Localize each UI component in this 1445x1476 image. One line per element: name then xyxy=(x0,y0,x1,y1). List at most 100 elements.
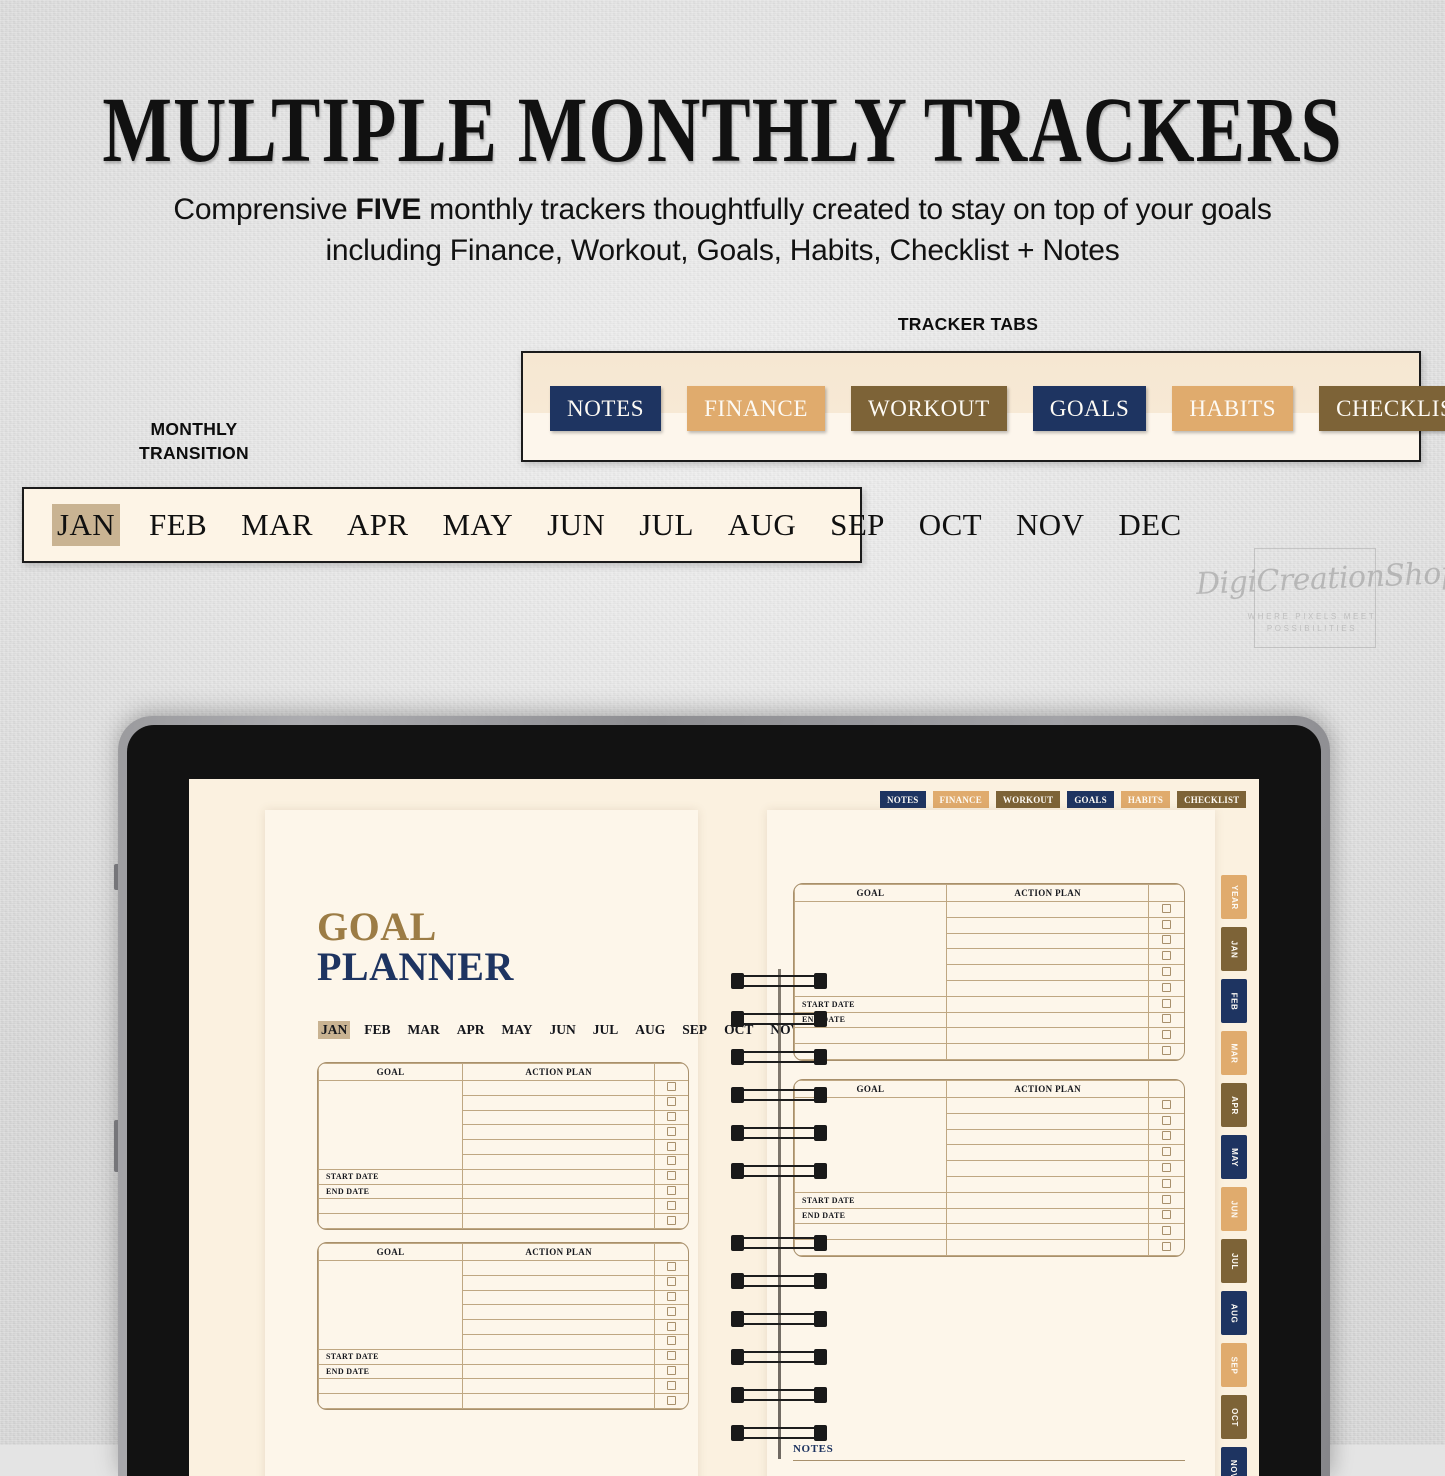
side-tab-nov[interactable]: NOV xyxy=(1221,1447,1247,1476)
action-plan-input-row[interactable] xyxy=(462,1319,656,1335)
action-plan-checkbox-cell[interactable] xyxy=(1148,1160,1184,1177)
planner-tracker-tab-notes[interactable]: NOTES xyxy=(880,791,926,808)
action-plan-input-row[interactable] xyxy=(462,1363,656,1380)
action-plan-checkbox-cell[interactable] xyxy=(654,1393,688,1409)
checkbox-icon[interactable] xyxy=(667,1171,677,1181)
action-plan-checkbox-cell[interactable] xyxy=(654,1094,688,1111)
checkbox-icon[interactable] xyxy=(1162,1014,1172,1024)
goal-extra-cell[interactable] xyxy=(318,1213,464,1229)
tablet-power-button[interactable] xyxy=(114,864,118,890)
checkbox-icon[interactable] xyxy=(667,1262,677,1272)
action-plan-input-row[interactable] xyxy=(462,1213,656,1229)
checkbox-icon[interactable] xyxy=(667,1395,677,1405)
checkbox-icon[interactable] xyxy=(1162,1242,1172,1252)
checkbox-icon[interactable] xyxy=(1162,1163,1172,1173)
action-plan-checkbox-cell[interactable] xyxy=(1148,1011,1184,1029)
checkbox-icon[interactable] xyxy=(667,1215,677,1225)
goal-extra-cell[interactable] xyxy=(318,1378,464,1395)
action-plan-input-row[interactable] xyxy=(462,1109,656,1126)
checkbox-icon[interactable] xyxy=(1162,1210,1172,1220)
action-plan-input-row[interactable] xyxy=(945,1112,1150,1130)
checkbox-icon[interactable] xyxy=(667,1097,677,1107)
side-tab-apr[interactable]: APR xyxy=(1221,1083,1247,1127)
checkbox-icon[interactable] xyxy=(667,1351,677,1361)
planner-tracker-tab-checklist[interactable]: CHECKLIST xyxy=(1177,791,1247,808)
action-plan-input-row[interactable] xyxy=(945,979,1150,997)
action-plan-input-row[interactable] xyxy=(462,1304,656,1321)
planner-tracker-tab-workout[interactable]: WORKOUT xyxy=(995,791,1061,808)
action-plan-input-row[interactable] xyxy=(945,1027,1150,1045)
side-tab-feb[interactable]: FEB xyxy=(1221,979,1247,1023)
month-chip-jun[interactable]: JUN xyxy=(542,504,610,546)
action-plan-input-row[interactable] xyxy=(945,1191,1150,1209)
checkbox-icon[interactable] xyxy=(667,1277,677,1287)
checkbox-icon[interactable] xyxy=(1162,1194,1172,1204)
action-plan-checkbox-cell[interactable] xyxy=(654,1289,688,1306)
action-plan-input-row[interactable] xyxy=(945,995,1150,1013)
checkbox-icon[interactable] xyxy=(1162,982,1172,992)
tracker-tab-checklist[interactable]: CHECKLIST xyxy=(1319,386,1445,431)
action-plan-input-row[interactable] xyxy=(462,1153,656,1170)
action-plan-input-row[interactable] xyxy=(945,1175,1150,1193)
action-plan-input-row[interactable] xyxy=(462,1168,656,1185)
checkbox-icon[interactable] xyxy=(1162,935,1172,945)
checkbox-icon[interactable] xyxy=(667,1365,677,1375)
checkbox-icon[interactable] xyxy=(667,1321,677,1331)
action-plan-checkbox-cell[interactable] xyxy=(1148,1239,1184,1256)
action-plan-input-row[interactable] xyxy=(945,1207,1150,1225)
action-plan-input-row[interactable] xyxy=(945,916,1150,934)
planner-month-jan[interactable]: JAN xyxy=(318,1021,351,1039)
action-plan-checkbox-cell[interactable] xyxy=(654,1333,688,1350)
action-plan-checkbox-cell[interactable] xyxy=(654,1139,688,1155)
action-plan-checkbox-cell[interactable] xyxy=(1148,1223,1184,1241)
action-plan-checkbox-cell[interactable] xyxy=(654,1304,688,1321)
action-plan-checkbox-cell[interactable] xyxy=(654,1124,688,1141)
tracker-tab-habits[interactable]: HABITS xyxy=(1172,386,1294,431)
action-plan-checkbox-cell[interactable] xyxy=(654,1363,688,1380)
planner-tracker-tab-goals[interactable]: GOALS xyxy=(1067,791,1114,808)
month-chip-jul[interactable]: JUL xyxy=(634,504,699,546)
month-chip-nov[interactable]: NOV xyxy=(1011,504,1089,546)
action-plan-input-row[interactable] xyxy=(945,1144,1150,1162)
action-plan-checkbox-cell[interactable] xyxy=(1148,948,1184,966)
checkbox-icon[interactable] xyxy=(1162,1131,1172,1141)
action-plan-checkbox-cell[interactable] xyxy=(1148,1027,1184,1045)
checkbox-icon[interactable] xyxy=(667,1336,677,1346)
month-chip-oct[interactable]: OCT xyxy=(914,504,987,546)
action-plan-input-row[interactable] xyxy=(462,1348,656,1365)
checkbox-icon[interactable] xyxy=(1162,903,1172,913)
action-plan-input-row[interactable] xyxy=(462,1289,656,1306)
action-plan-input-row[interactable] xyxy=(462,1274,656,1291)
action-plan-input-row[interactable] xyxy=(462,1198,656,1215)
action-plan-input-row[interactable] xyxy=(945,1223,1150,1241)
side-tab-jan[interactable]: JAN xyxy=(1221,927,1247,971)
checkbox-icon[interactable] xyxy=(667,1380,677,1390)
side-tab-jun[interactable]: JUN xyxy=(1221,1187,1247,1231)
action-plan-input-row[interactable] xyxy=(462,1124,656,1141)
action-plan-checkbox-cell[interactable] xyxy=(1148,979,1184,997)
planner-month-sep[interactable]: SEP xyxy=(679,1021,710,1039)
goal-extra-cell[interactable] xyxy=(318,1393,464,1409)
action-plan-checkbox-cell[interactable] xyxy=(1148,964,1184,981)
action-plan-checkbox-cell[interactable] xyxy=(1148,1191,1184,1209)
checkbox-icon[interactable] xyxy=(667,1200,677,1210)
month-chip-may[interactable]: MAY xyxy=(437,504,518,546)
month-chip-aug[interactable]: AUG xyxy=(723,504,801,546)
tracker-tab-workout[interactable]: WORKOUT xyxy=(851,386,1007,431)
checkbox-icon[interactable] xyxy=(1162,1030,1172,1040)
side-tab-may[interactable]: MAY xyxy=(1221,1135,1247,1179)
action-plan-checkbox-cell[interactable] xyxy=(1148,1112,1184,1130)
month-chip-sep[interactable]: SEP xyxy=(825,504,890,546)
side-tab-mar[interactable]: MAR xyxy=(1221,1031,1247,1075)
action-plan-checkbox-cell[interactable] xyxy=(654,1168,688,1185)
action-plan-input-row[interactable] xyxy=(945,901,1150,918)
action-plan-checkbox-cell[interactable] xyxy=(1148,1175,1184,1193)
action-plan-input-row[interactable] xyxy=(462,1378,656,1395)
checkbox-icon[interactable] xyxy=(1162,967,1172,977)
action-plan-checkbox-cell[interactable] xyxy=(654,1213,688,1229)
action-plan-input-row[interactable] xyxy=(945,1043,1150,1060)
planner-month-jul[interactable]: JUL xyxy=(590,1021,622,1039)
goal-input-area[interactable] xyxy=(318,1260,464,1350)
planner-month-may[interactable]: MAY xyxy=(499,1021,536,1039)
checkbox-icon[interactable] xyxy=(1162,1226,1172,1236)
